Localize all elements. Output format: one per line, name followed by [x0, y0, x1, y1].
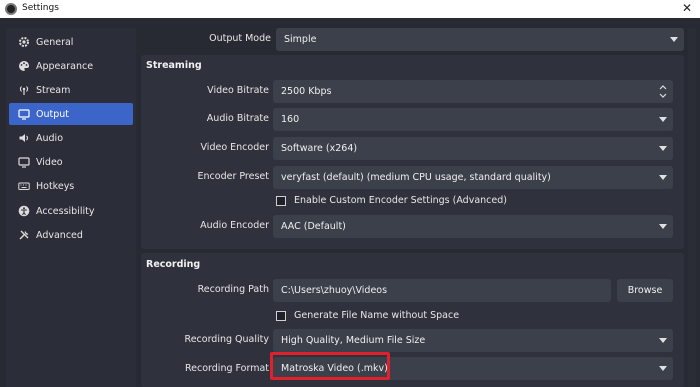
sidebar-item-audio[interactable]: Audio	[9, 127, 133, 149]
scrollbar[interactable]	[688, 28, 696, 387]
output-mode-select[interactable]: Simple	[276, 28, 684, 51]
sidebar-item-label: Video	[36, 156, 63, 168]
streaming-group: Streaming Video Bitrate 2500 Kbps Audio …	[141, 55, 684, 249]
monitor-icon	[17, 156, 30, 169]
browse-button[interactable]: Browse	[617, 279, 673, 302]
video-encoder-select[interactable]: Software (x264)	[273, 137, 673, 160]
sidebar-item-label: Advanced	[36, 229, 83, 241]
audio-encoder-select[interactable]: AAC (Default)	[273, 215, 673, 238]
video-encoder-label: Video Encoder	[200, 142, 269, 153]
video-encoder-value: Software (x264)	[281, 143, 358, 154]
audio-bitrate-select[interactable]: 160	[273, 108, 673, 131]
chevron-down-icon	[659, 117, 667, 122]
encoder-preset-value: veryfast (default) (medium CPU usage, st…	[281, 172, 551, 183]
custom-encoder-label: Enable Custom Encoder Settings (Advanced…	[294, 195, 507, 206]
broadcast-icon	[17, 84, 30, 97]
recording-path-label: Recording Path	[197, 284, 269, 295]
recording-quality-label: Recording Quality	[184, 334, 269, 345]
sidebar-item-output[interactable]: Output	[9, 103, 133, 125]
custom-encoder-checkbox[interactable]	[276, 195, 286, 206]
chevron-down-icon	[659, 175, 667, 180]
obs-logo-icon	[5, 3, 17, 15]
encoder-preset-select[interactable]: veryfast (default) (medium CPU usage, st…	[273, 166, 673, 189]
streaming-title: Streaming	[146, 60, 202, 71]
audio-bitrate-value: 160	[281, 114, 300, 125]
audio-encoder-value: AAC (Default)	[281, 221, 346, 232]
chevron-down-icon	[659, 224, 667, 229]
video-bitrate-label: Video Bitrate	[207, 85, 269, 96]
audio-encoder-label: Audio Encoder	[200, 220, 269, 231]
no-space-checkbox[interactable]	[276, 310, 286, 321]
close-icon[interactable]: ✕	[682, 1, 692, 15]
recording-quality-value: High Quality, Medium File Size	[281, 335, 426, 346]
monitor-output-icon	[17, 108, 30, 121]
highlight-box	[270, 352, 390, 380]
sidebar-item-label: Appearance	[36, 60, 94, 72]
sidebar-item-hotkeys[interactable]: Hotkeys	[9, 175, 133, 197]
video-bitrate-spinbox[interactable]: 2500 Kbps	[273, 80, 673, 103]
recording-path-value: C:\Users\zhuoy\Videos	[281, 285, 388, 296]
sidebar-item-label: Stream	[36, 84, 71, 96]
sidebar-item-general[interactable]: General	[9, 31, 133, 53]
sidebar-item-label: Audio	[36, 132, 64, 144]
sidebar-item-label: Accessibility	[36, 205, 95, 217]
sidebar-item-accessibility[interactable]: Accessibility	[9, 200, 133, 222]
no-space-checkbox-row[interactable]: Generate File Name without Space	[276, 310, 459, 321]
gear-icon	[17, 36, 30, 49]
window-title: Settings	[22, 3, 59, 13]
chevron-down-icon	[659, 366, 667, 371]
settings-sidebar: General Appearance Stream Output Audio V…	[6, 28, 136, 387]
sidebar-item-label: General	[36, 36, 74, 48]
output-mode-label: Output Mode	[209, 33, 271, 44]
encoder-preset-label: Encoder Preset	[197, 171, 269, 182]
recording-format-label: Recording Format	[184, 363, 269, 374]
custom-encoder-checkbox-row[interactable]: Enable Custom Encoder Settings (Advanced…	[276, 195, 507, 206]
spin-down-icon[interactable]	[659, 93, 667, 99]
output-settings-panel: Output Mode Simple Streaming Video Bitra…	[139, 28, 684, 387]
tools-icon	[17, 229, 30, 242]
palette-icon	[17, 60, 30, 73]
title-bar: Settings ✕	[0, 0, 700, 18]
chevron-down-icon	[659, 146, 667, 151]
spin-up-icon[interactable]	[659, 84, 667, 90]
speaker-icon	[17, 132, 30, 145]
chevron-down-icon	[670, 37, 678, 42]
sidebar-item-appearance[interactable]: Appearance	[9, 55, 133, 77]
recording-title: Recording	[146, 259, 201, 270]
output-mode-value: Simple	[284, 34, 317, 45]
video-bitrate-value: 2500 Kbps	[281, 86, 332, 97]
sidebar-item-video[interactable]: Video	[9, 151, 133, 173]
sidebar-item-advanced[interactable]: Advanced	[9, 224, 133, 246]
recording-path-input[interactable]: C:\Users\zhuoy\Videos	[273, 279, 611, 302]
keyboard-icon	[17, 180, 30, 193]
recording-quality-select[interactable]: High Quality, Medium File Size	[273, 329, 673, 352]
accessibility-icon	[17, 205, 30, 218]
sidebar-item-label: Output	[36, 108, 69, 120]
no-space-label: Generate File Name without Space	[294, 310, 460, 321]
sidebar-item-label: Hotkeys	[36, 180, 75, 192]
audio-bitrate-label: Audio Bitrate	[206, 113, 269, 124]
recording-group: Recording Recording Path C:\Users\zhuoy\…	[141, 253, 684, 387]
sidebar-item-stream[interactable]: Stream	[9, 79, 133, 101]
chevron-down-icon	[659, 338, 667, 343]
